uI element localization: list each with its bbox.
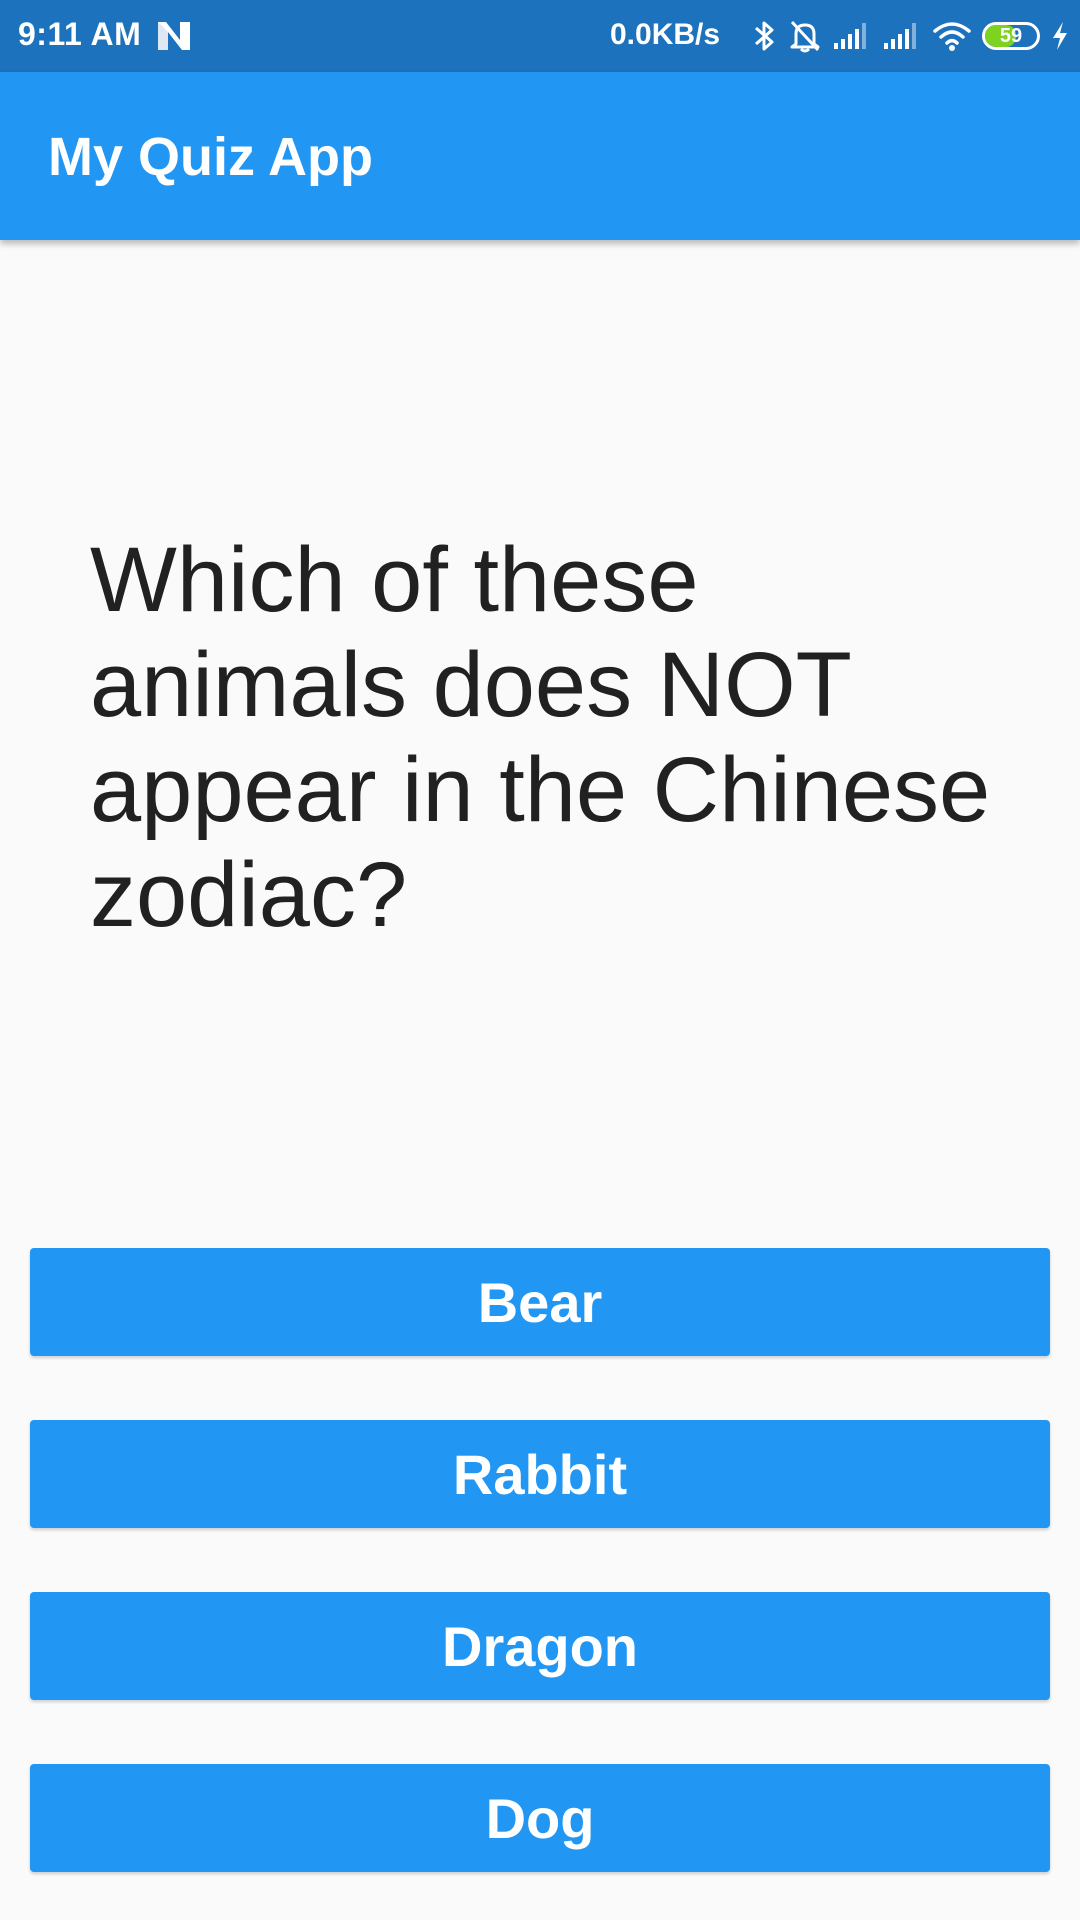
signal-icon <box>882 21 922 51</box>
quiz-screen: 9:11 AM 0.0KB/s 59 My Quiz App Which of … <box>0 0 1080 1920</box>
status-icons: 59 <box>752 14 1070 58</box>
status-bar: 9:11 AM 0.0KB/s 59 <box>0 0 1080 72</box>
notifications-off-icon <box>788 18 822 54</box>
battery-icon: 59 <box>982 22 1040 50</box>
status-time: 9:11 AM <box>18 16 142 52</box>
charging-icon <box>1050 20 1070 52</box>
app-bar: My Quiz App <box>0 72 1080 240</box>
network-speed: 0.0KB/s <box>610 18 721 51</box>
answer-list: Bear Rabbit Dragon Dog <box>30 1248 1050 1920</box>
question-text: Which of these animals does NOT appear i… <box>90 529 991 946</box>
answer-button-rabbit[interactable]: Rabbit <box>30 1420 1050 1528</box>
answer-button-bear[interactable]: Bear <box>30 1248 1050 1356</box>
app-title: My Quiz App <box>48 127 373 187</box>
wifi-icon <box>932 20 972 52</box>
battery-level: 59 <box>999 24 1023 47</box>
answer-button-dog[interactable]: Dog <box>30 1764 1050 1872</box>
answer-button-dragon[interactable]: Dragon <box>30 1592 1050 1700</box>
signal-icon <box>832 21 872 51</box>
bluetooth-icon <box>752 18 778 54</box>
n-notification-icon <box>156 20 192 52</box>
